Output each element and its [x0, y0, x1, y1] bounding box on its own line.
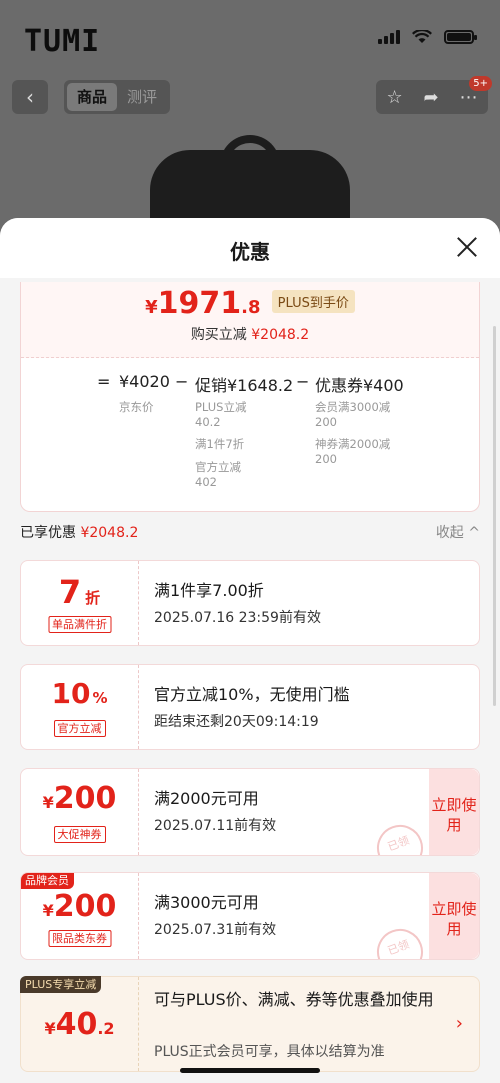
plus-currency: ¥ — [44, 1019, 56, 1038]
minus-sign: − — [296, 372, 310, 391]
coupon-title: 满3000元可用 — [154, 893, 259, 912]
sheet-header: 优惠 — [0, 218, 500, 278]
collapse-button[interactable]: 收起 ^ — [436, 522, 480, 542]
coupon-note: 会员满3000减 — [315, 400, 391, 414]
applied-discounts-row: 已享优惠 ¥2048.2 收起 ^ — [20, 522, 480, 546]
chevron-left-icon: ‹ — [26, 85, 34, 109]
base-price: ¥4020 — [119, 372, 170, 391]
equals-sign: = — [97, 372, 111, 391]
coupon-value: 7折 — [21, 573, 138, 611]
plus-corner-tag: PLUS专享立减 — [20, 976, 102, 993]
product-navbar: ‹ 商品 测评 ☆ ➦ ⋯ 5+ — [12, 76, 492, 114]
coupon-note: 神券满2000减 — [315, 437, 391, 451]
discount-label: 购买立减 — [190, 327, 247, 343]
total-discount-line: 购买立减 ¥2048.2 — [21, 324, 479, 344]
coupon-title: 官方立减10%，无使用门槛 — [154, 685, 350, 704]
promo-note: 402 — [195, 475, 217, 489]
brand-logo: TUMI — [24, 24, 101, 59]
coupon-tag: 大促神券 — [53, 826, 106, 843]
coupon-currency: ¥ — [42, 901, 54, 920]
home-indicator[interactable] — [180, 1068, 320, 1073]
coupon-note: 200 — [315, 415, 337, 429]
discount-amount: ¥2048.2 — [251, 327, 310, 343]
coupon-value-section: 7折 单品满件折 — [21, 561, 139, 645]
promo-note: 官方立减 — [195, 460, 241, 474]
base-price-note: 京东价 — [119, 400, 154, 414]
system-icons — [378, 30, 477, 44]
plus-value-decimal: .2 — [97, 1019, 115, 1038]
promo-note: 满1件7折 — [195, 437, 245, 451]
tab-product[interactable]: 商品 — [67, 83, 118, 111]
coupon-value-main: 10 — [51, 677, 91, 710]
back-button[interactable]: ‹ — [12, 80, 48, 114]
member-corner-tag: 品牌会员 — [21, 873, 74, 889]
coupon-title: 满1件享7.00折 — [154, 581, 264, 600]
wifi-icon — [412, 30, 432, 44]
claimed-stamp: 已领 — [370, 922, 430, 959]
plus-discount-card[interactable]: ¥40.2 PLUS专享立减 可与PLUS价、满减、券等优惠叠加使用 PLUS正… — [20, 976, 480, 1072]
plus-price-badge: PLUS到手价 — [271, 290, 355, 313]
price-decimal: .8 — [241, 297, 261, 318]
plus-value: ¥40.2 — [21, 1007, 138, 1042]
coupon-tag: 限品类东券 — [48, 930, 111, 947]
chevron-right-icon: › — [455, 1013, 463, 1034]
message-badge: 5+ — [469, 76, 492, 91]
coupon-tag: 单品满件折 — [48, 616, 111, 633]
coupon-note: 200 — [315, 452, 337, 466]
price-breakdown-card: ¥1971.8 PLUS到手价 购买立减 ¥2048.2 = ¥4020 − 促… — [20, 282, 480, 512]
status-bar: TUMI — [0, 0, 500, 72]
signal-icon — [378, 30, 400, 44]
plus-title: 可与PLUS价、满减、券等优惠叠加使用 — [154, 990, 434, 1009]
tab-switcher: 商品 测评 — [64, 80, 171, 114]
final-price-section: ¥1971.8 PLUS到手价 购买立减 ¥2048.2 — [21, 282, 479, 358]
use-now-button[interactable]: 立即使用 — [429, 769, 479, 855]
claimed-stamp: 已领 — [370, 818, 430, 855]
plus-desc: PLUS正式会员可享，具体以结算为准 — [154, 1044, 385, 1060]
coupon-value: ¥200 — [21, 889, 138, 924]
coupon-value-section: ¥200 大促神券 — [21, 769, 139, 855]
promo-note: PLUS立减 — [195, 400, 247, 414]
use-now-button[interactable]: 立即使用 — [429, 873, 479, 959]
coupon-countdown: 距结束还剩20天09:14:19 — [154, 714, 319, 730]
applied-amount: ¥2048.2 — [80, 525, 139, 541]
promo-amount: 促销¥1648.2 — [195, 376, 294, 395]
coupon-value-section: 10% 官方立减 — [21, 665, 139, 749]
coupon-card[interactable]: ¥200 大促神券 满2000元可用 2025.07.11前有效 已领 立即使用 — [20, 768, 480, 856]
coupon-card[interactable]: ¥200 限品类东券 品牌会员 满3000元可用 2025.07.31前有效 已… — [20, 872, 480, 960]
coupon-card[interactable]: 7折 单品满件折 满1件享7.00折 2025.07.16 23:59前有效 — [20, 560, 480, 646]
coupon-value-unit: % — [92, 689, 108, 707]
coupon-value: 10% — [21, 677, 138, 710]
price-integer: 1971 — [157, 286, 242, 321]
nav-actions: ☆ ➦ ⋯ 5+ — [376, 76, 492, 114]
coupon-value-unit: 折 — [85, 589, 101, 607]
close-icon[interactable] — [456, 236, 478, 258]
coupon-value-main: 200 — [53, 781, 117, 816]
coupon-title: 满2000元可用 — [154, 789, 259, 808]
coupon-value-main: 200 — [53, 889, 117, 924]
star-icon[interactable]: ☆ — [386, 87, 402, 108]
coupon-validity: 2025.07.16 23:59前有效 — [154, 610, 321, 626]
tab-review[interactable]: 测评 — [117, 83, 167, 111]
coupon-validity: 2025.07.11前有效 — [154, 818, 277, 834]
coupon-value-main: 7 — [58, 573, 82, 611]
coupon-currency: ¥ — [42, 793, 54, 812]
coupon-amount: 优惠券¥400 — [315, 376, 404, 395]
currency-symbol: ¥ — [145, 297, 158, 318]
battery-icon — [444, 30, 477, 44]
scrollbar[interactable] — [493, 326, 496, 706]
share-icon[interactable]: ➦ — [424, 87, 439, 108]
coupon-tag: 官方立减 — [53, 720, 106, 737]
final-price: ¥1971.8 PLUS到手价 — [21, 286, 479, 321]
applied-label: 已享优惠 — [20, 525, 76, 541]
price-formula: = ¥4020 − 促销¥1648.2 − 优惠券¥400 — [21, 372, 479, 395]
discount-sheet: 优惠 ¥1971.8 PLUS到手价 购买立减 ¥2048.2 = ¥4020 … — [0, 218, 500, 1083]
plus-value-main: 40 — [55, 1007, 98, 1042]
minus-sign: − — [175, 372, 189, 391]
coupon-validity: 2025.07.31前有效 — [154, 922, 277, 938]
promo-note: 40.2 — [195, 415, 221, 429]
sheet-title: 优惠 — [230, 240, 270, 264]
coupon-value: ¥200 — [21, 781, 138, 816]
coupon-card[interactable]: 10% 官方立减 官方立减10%，无使用门槛 距结束还剩20天09:14:19 — [20, 664, 480, 750]
